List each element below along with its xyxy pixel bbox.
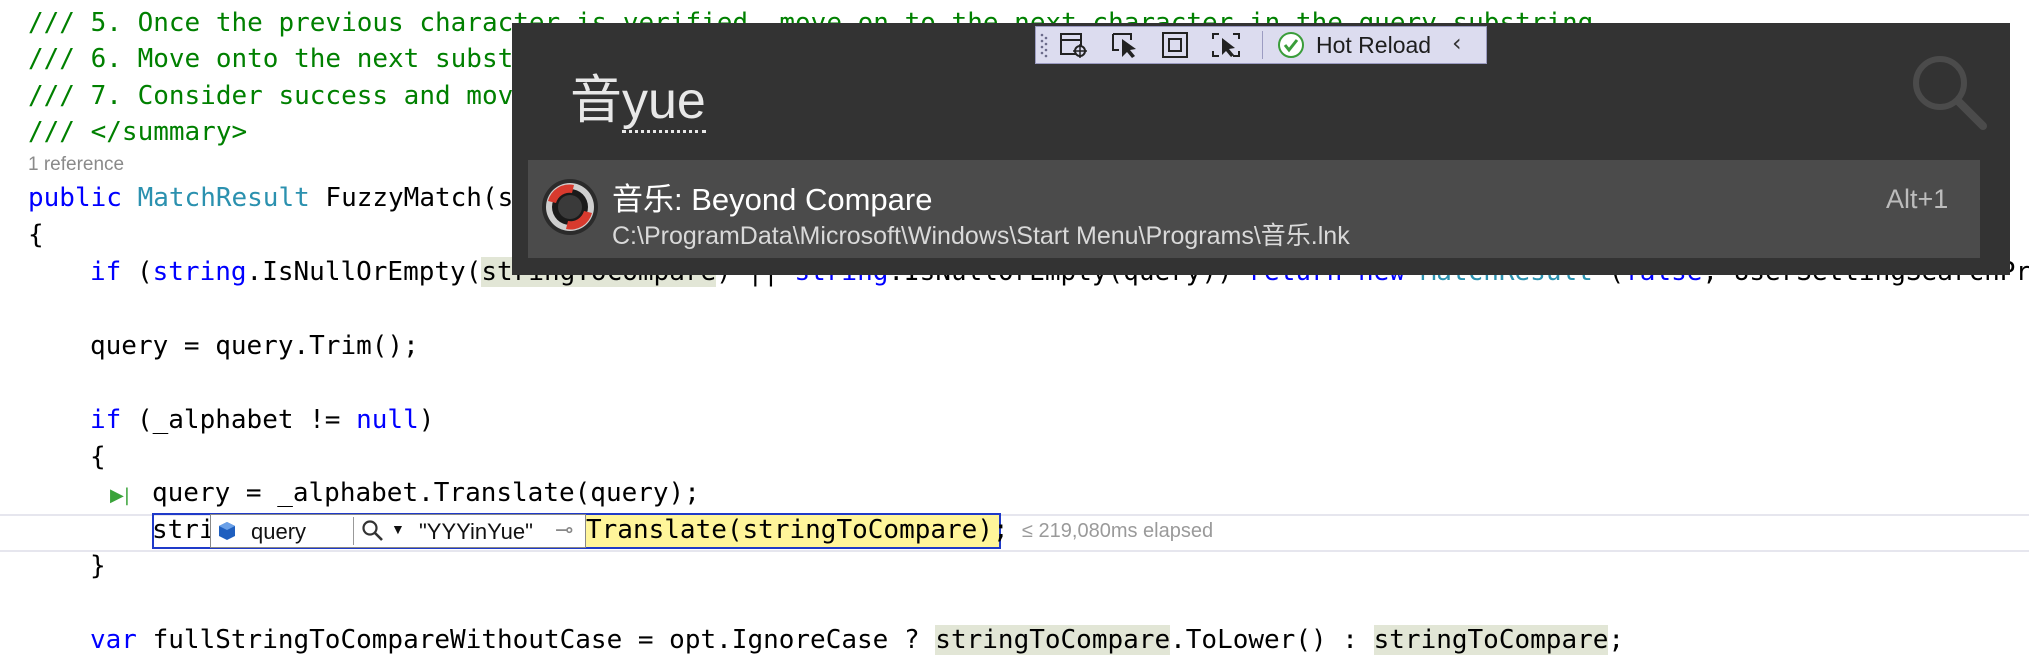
search-icon (1905, 48, 1989, 136)
datatip-value[interactable]: "YYYinYue" (419, 519, 533, 545)
perf-tip-elapsed[interactable]: ≤ 219,080ms elapsed (1022, 520, 1213, 543)
track-focused-element-icon[interactable] (1210, 31, 1242, 59)
hot-reload-button[interactable]: Hot Reload (1316, 32, 1431, 59)
debugger-datatip[interactable]: query ▼ "YYYinYue" ⊸ (210, 514, 586, 548)
datatip-divider (353, 517, 354, 545)
result-hotkey: Alt+1 (1886, 184, 1949, 214)
code-summary-close: /// </summary> (28, 117, 248, 147)
code-trim-line: query = query.Trim(); (90, 331, 419, 361)
toolbar-separator (1262, 31, 1263, 59)
code-method-signature: public MatchResult FuzzyMatch(st (28, 183, 529, 213)
code-current-line-suffix: Translate(stringToCompare); (586, 515, 1009, 545)
display-layout-adorners-icon[interactable] (1160, 31, 1192, 59)
code-comment-line-7: /// 7. Consider success and move (28, 81, 529, 111)
run-to-cursor-icon[interactable]: ▶| (110, 485, 130, 506)
datatip-variable-name: query (251, 519, 307, 544)
pin-icon[interactable]: ⊸ (555, 517, 573, 543)
code-current-line-prefix: stri (152, 515, 215, 545)
code-translate-query: query = _alphabet.Translate(query); (152, 478, 700, 508)
launcher-query-input[interactable]: 音yue (570, 58, 706, 133)
beyond-compare-icon (540, 177, 600, 241)
collapse-toolbar-chevron-icon[interactable]: ‹ (1452, 29, 1482, 57)
codelens-references[interactable]: 1 reference (28, 154, 124, 176)
variable-cube-icon (217, 521, 237, 547)
code-var-line: var fullStringToCompareWithoutCase = opt… (90, 625, 1625, 655)
code-brace-inner-open: { (90, 442, 106, 472)
live-visual-tree-icon[interactable] (1058, 31, 1090, 59)
debug-in-app-toolbar: Hot Reload ‹ (1035, 26, 1487, 64)
select-element-icon[interactable] (1110, 31, 1142, 59)
result-title: 音乐: Beyond Compare (612, 182, 933, 217)
code-if-alphabet: if (_alphabet != null) (90, 405, 435, 435)
toolbar-grip-icon[interactable] (1038, 31, 1050, 59)
hot-reload-check-icon (1276, 31, 1310, 59)
magnifier-icon[interactable] (361, 519, 385, 549)
code-brace-inner-close: } (90, 551, 106, 581)
code-brace-open: { (28, 220, 44, 250)
visualizer-dropdown-icon[interactable]: ▼ (391, 521, 405, 537)
result-path: C:\ProgramData\Microsoft\Windows\Start M… (612, 222, 1350, 250)
code-comment-line-6: /// 6. Move onto the next substr (28, 44, 529, 74)
